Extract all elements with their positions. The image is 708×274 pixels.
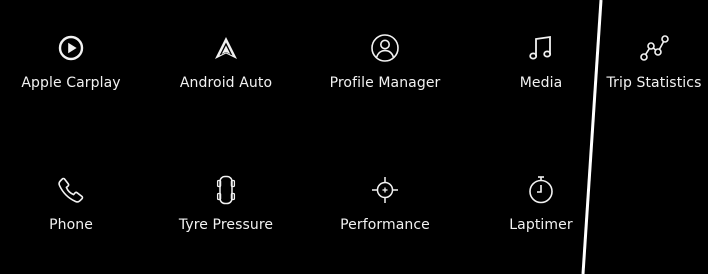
tile-label: Laptimer <box>509 217 573 233</box>
crosshair-icon <box>367 172 403 208</box>
phone-icon <box>53 172 89 208</box>
tile-android-auto[interactable]: Android Auto <box>155 30 297 91</box>
tile-label: Android Auto <box>179 75 273 91</box>
tile-profile-manager[interactable]: Profile Manager <box>314 30 456 91</box>
tile-performance[interactable]: Performance <box>314 172 456 233</box>
user-circle-icon <box>367 30 403 66</box>
tile-phone[interactable]: Phone <box>0 172 142 233</box>
tile-trip-statistics[interactable]: Trip Statistics <box>602 30 706 91</box>
tile-label: Profile Manager <box>329 75 441 91</box>
tile-label: Tyre Pressure <box>178 217 274 233</box>
tile-laptimer[interactable]: Laptimer <box>470 172 612 233</box>
tile-label: Trip Statistics <box>606 75 702 91</box>
play-circle-icon <box>53 30 89 66</box>
stopwatch-icon <box>523 172 559 208</box>
route-graph-icon <box>636 30 672 66</box>
home-screen: Apple Carplay Android Auto Profile Manag… <box>0 0 708 274</box>
car-tyres-icon <box>208 172 244 208</box>
tile-label: Apple Carplay <box>21 75 121 91</box>
music-note-icon <box>523 30 559 66</box>
android-auto-arrow-icon <box>208 30 244 66</box>
tile-label: Performance <box>340 217 430 233</box>
tile-label: Media <box>519 75 563 91</box>
tile-tyre-pressure[interactable]: Tyre Pressure <box>155 172 297 233</box>
tile-media[interactable]: Media <box>470 30 612 91</box>
tile-label: Phone <box>49 217 93 233</box>
tile-apple-carplay[interactable]: Apple Carplay <box>0 30 142 91</box>
